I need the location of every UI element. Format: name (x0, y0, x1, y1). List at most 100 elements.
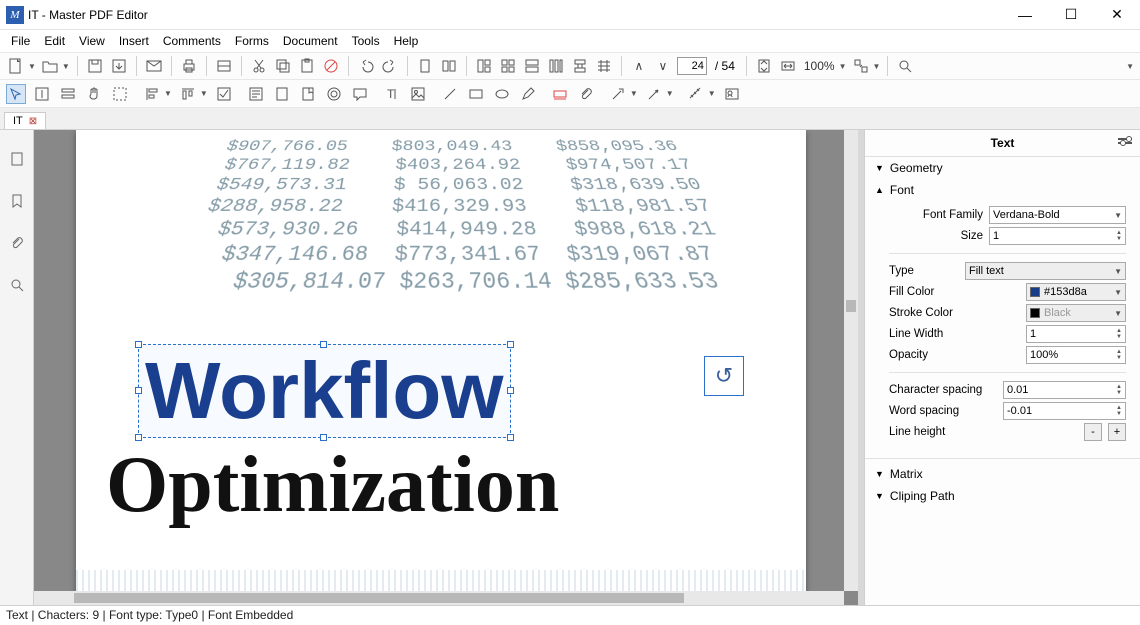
attach-icon[interactable] (576, 84, 596, 104)
layout5-icon[interactable] (570, 56, 590, 76)
dropdown-icon[interactable]: ▼ (873, 62, 881, 71)
text-object[interactable]: Optimization (106, 440, 559, 531)
horizontal-scrollbar[interactable] (34, 591, 844, 605)
bookmark-page-icon[interactable] (298, 84, 318, 104)
measure-icon[interactable] (686, 84, 706, 104)
undo-icon[interactable] (356, 56, 376, 76)
dropdown-icon[interactable]: ▼ (164, 89, 172, 98)
fill-color-select[interactable]: #153d8a▼ (1026, 283, 1126, 301)
dropdown-icon[interactable]: ▼ (28, 62, 36, 71)
scroll-thumb[interactable] (846, 300, 856, 312)
menu-forms[interactable]: Forms (228, 32, 276, 50)
select-area-icon[interactable] (110, 84, 130, 104)
arrow-tool-icon[interactable] (644, 84, 664, 104)
scroll-thumb[interactable] (74, 593, 684, 603)
paste-icon[interactable] (297, 56, 317, 76)
search-panel-icon[interactable] (8, 276, 26, 294)
size-input[interactable]: 1▲▼ (989, 227, 1126, 245)
prev-page-icon[interactable]: ∧ (629, 56, 649, 76)
canvas-area[interactable]: $907,766.05 $803,049.43 $858,095.36 $767… (34, 130, 858, 605)
comment-icon[interactable] (350, 84, 370, 104)
link-tool-icon[interactable] (608, 84, 628, 104)
panel-settings-icon[interactable] (1118, 138, 1132, 144)
actual-size-icon[interactable] (851, 56, 871, 76)
maximize-button[interactable]: ☐ (1048, 0, 1094, 30)
section-matrix[interactable]: ▼Matrix (865, 463, 1140, 485)
dropdown-icon[interactable]: ▼ (666, 89, 674, 98)
scan-icon[interactable] (214, 56, 234, 76)
selected-text-object[interactable]: Workflow (138, 344, 511, 438)
delete-icon[interactable] (321, 56, 341, 76)
menu-file[interactable]: File (4, 32, 37, 50)
edit-forms-icon[interactable] (58, 84, 78, 104)
tab-it[interactable]: IT ⊠ (4, 112, 46, 129)
open-file-icon[interactable] (40, 56, 60, 76)
align-left-icon[interactable] (142, 84, 162, 104)
toolbar-overflow-icon[interactable]: ▼ (1126, 62, 1134, 71)
checkbox-icon[interactable] (214, 84, 234, 104)
page-number-input[interactable] (677, 57, 707, 75)
dropdown-icon[interactable]: ▼ (839, 62, 847, 71)
page-icon[interactable] (272, 84, 292, 104)
fit-page-icon[interactable] (754, 56, 774, 76)
note-icon[interactable] (246, 84, 266, 104)
cut-icon[interactable] (249, 56, 269, 76)
resize-handle[interactable] (507, 341, 514, 348)
line-height-minus[interactable]: - (1084, 423, 1102, 441)
menu-view[interactable]: View (72, 32, 112, 50)
edit-text-icon[interactable] (32, 84, 52, 104)
line-width-input[interactable]: 1▲▼ (1026, 325, 1126, 343)
align-top-icon[interactable] (178, 84, 198, 104)
layout4-icon[interactable] (546, 56, 566, 76)
fit-width-icon[interactable] (778, 56, 798, 76)
line-tool-icon[interactable] (440, 84, 460, 104)
resize-handle[interactable] (135, 341, 142, 348)
sign-icon[interactable] (722, 84, 742, 104)
print-icon[interactable] (179, 56, 199, 76)
close-button[interactable]: ✕ (1094, 0, 1140, 30)
image-tool-icon[interactable] (408, 84, 428, 104)
stamp-icon[interactable] (324, 84, 344, 104)
next-page-icon[interactable]: ∨ (653, 56, 673, 76)
bookmarks-icon[interactable] (8, 192, 26, 210)
section-geometry[interactable]: ▼Geometry (865, 157, 1140, 179)
ellipse-tool-icon[interactable] (492, 84, 512, 104)
dropdown-icon[interactable]: ▼ (708, 89, 716, 98)
zoom-label[interactable]: 100% (802, 59, 837, 73)
single-page-icon[interactable] (415, 56, 435, 76)
section-font[interactable]: ▲Font (865, 179, 1140, 201)
resize-handle[interactable] (135, 387, 142, 394)
email-icon[interactable] (144, 56, 164, 76)
attachments-icon[interactable] (8, 234, 26, 252)
copy-icon[interactable] (273, 56, 293, 76)
save-as-icon[interactable] (109, 56, 129, 76)
layout6-icon[interactable] (594, 56, 614, 76)
menu-document[interactable]: Document (276, 32, 345, 50)
menu-edit[interactable]: Edit (37, 32, 72, 50)
vertical-scrollbar[interactable] (844, 130, 858, 591)
word-spacing-input[interactable]: -0.01▲▼ (1003, 402, 1126, 420)
tab-close-icon[interactable]: ⊠ (29, 116, 37, 127)
dropdown-icon[interactable]: ▼ (62, 62, 70, 71)
font-family-select[interactable]: Verdana-Bold▼ (989, 206, 1126, 224)
dropdown-icon[interactable]: ▼ (630, 89, 638, 98)
save-icon[interactable] (85, 56, 105, 76)
stroke-color-select[interactable]: Black▼ (1026, 304, 1126, 322)
redo-icon[interactable] (380, 56, 400, 76)
search-icon[interactable] (895, 56, 915, 76)
opacity-input[interactable]: 100%▲▼ (1026, 346, 1126, 364)
select-tool-icon[interactable] (6, 84, 26, 104)
layout3-icon[interactable] (522, 56, 542, 76)
two-page-icon[interactable] (439, 56, 459, 76)
type-select[interactable]: Fill text▼ (965, 262, 1126, 280)
layout1-icon[interactable] (474, 56, 494, 76)
text-tool-icon[interactable]: T (382, 84, 402, 104)
rotate-handle[interactable]: ↺ (704, 356, 744, 396)
menu-help[interactable]: Help (387, 32, 426, 50)
line-height-plus[interactable]: + (1108, 423, 1126, 441)
dropdown-icon[interactable]: ▼ (200, 89, 208, 98)
menu-insert[interactable]: Insert (112, 32, 156, 50)
rect-tool-icon[interactable] (466, 84, 486, 104)
hand-tool-icon[interactable] (84, 84, 104, 104)
minimize-button[interactable]: — (1002, 0, 1048, 30)
